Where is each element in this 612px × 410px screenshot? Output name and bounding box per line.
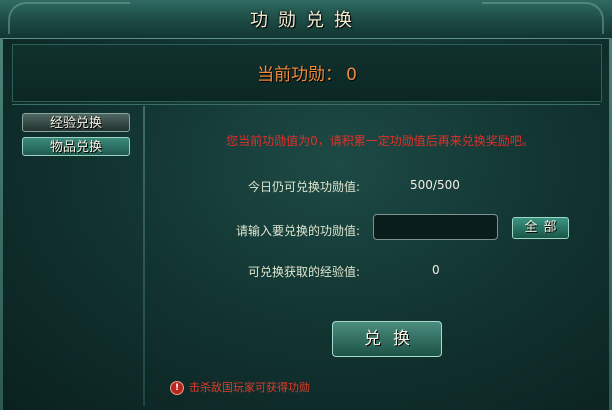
merit-input[interactable] xyxy=(373,214,498,240)
hint-text: 击杀敌国玩家可获得功勋 xyxy=(189,381,310,394)
title-bar[interactable]: 功勋兑换 xyxy=(0,0,612,39)
warning-message: 您当前功勋值为0，请积累一定功勋值后再来兑换奖励吧。 xyxy=(226,134,534,148)
all-button[interactable]: 全部 xyxy=(512,217,569,239)
sidebar-item-item-exchange[interactable]: 物品兑换 xyxy=(22,137,130,156)
exp-obtainable-value: 0 xyxy=(432,263,440,277)
exchange-button[interactable]: 兑换 xyxy=(332,321,442,357)
window-title: 功勋兑换 xyxy=(250,10,362,31)
hint-row: ! 击杀敌国玩家可获得功勋 xyxy=(170,381,310,395)
sidebar-item-exp-exchange[interactable]: 经验兑换 xyxy=(22,113,130,132)
current-merit-value: 0 xyxy=(346,65,357,85)
current-merit-label: 当前功勋： xyxy=(257,65,343,85)
merit-exchange-window: 功勋兑换 当前功勋： 0 经验兑换 物品兑换 您当前功勋值为0，请积累一定功勋值后… xyxy=(0,0,612,410)
today-remaining-value: 500/500 xyxy=(410,178,460,192)
frame-left xyxy=(0,38,3,410)
current-merit: 当前功勋： 0 xyxy=(13,60,601,85)
vertical-divider xyxy=(143,106,145,406)
header-panel: 当前功勋： 0 xyxy=(12,44,602,102)
today-remaining-label: 今日仍可兑换功勋值: xyxy=(247,180,360,194)
merit-input-label: 请输入要兑换的功勋值: xyxy=(235,224,360,238)
exp-obtainable-label: 可兑换获取的经验值: xyxy=(247,265,360,279)
info-icon: ! xyxy=(170,381,184,395)
header-divider xyxy=(12,104,600,105)
